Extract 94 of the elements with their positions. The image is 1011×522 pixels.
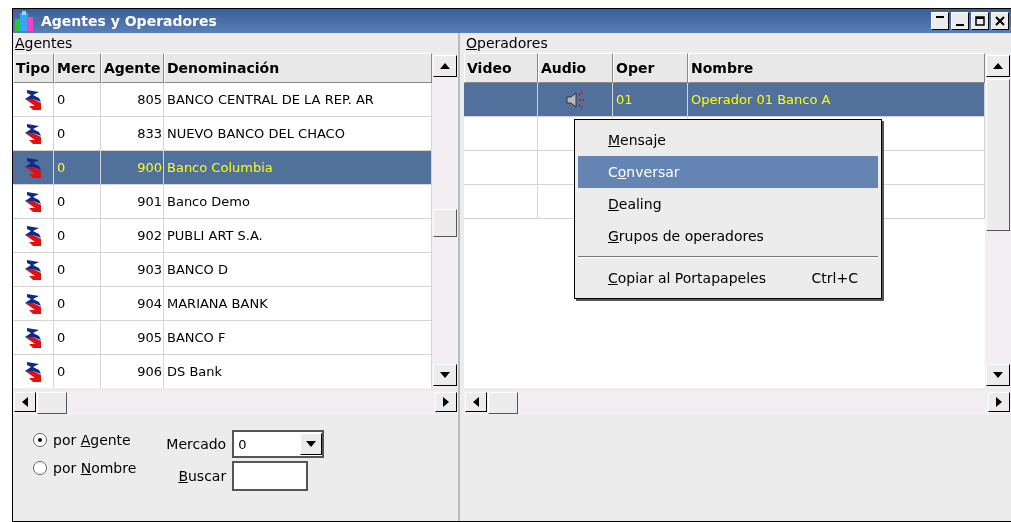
bank-logo-icon bbox=[24, 122, 42, 145]
maximize-icon bbox=[975, 16, 985, 26]
bank-logo-icon bbox=[24, 224, 42, 247]
radio-option[interactable]: por Agente bbox=[33, 429, 137, 451]
table-cell: 905 bbox=[101, 321, 164, 354]
minimize-button[interactable] bbox=[951, 12, 969, 30]
column-header[interactable]: Merc bbox=[54, 53, 101, 83]
table-cell: 0 bbox=[54, 151, 101, 184]
table-cell: 0 bbox=[54, 83, 101, 116]
horizontal-scrollbar[interactable] bbox=[13, 391, 458, 415]
column-header[interactable]: Oper bbox=[613, 53, 688, 83]
table-row[interactable]: 0 902 PUBLI ART S.A. bbox=[13, 219, 432, 253]
menu-item[interactable]: Mensaje bbox=[578, 124, 878, 156]
horizontal-scrollbar[interactable] bbox=[464, 391, 1011, 415]
right-arrow-icon bbox=[996, 397, 1002, 407]
bank-logo-icon bbox=[24, 292, 42, 315]
table-cell: 902 bbox=[101, 219, 164, 252]
radio-option[interactable]: por Nombre bbox=[33, 457, 137, 479]
close-icon bbox=[995, 16, 1005, 26]
bank-logo-icon bbox=[24, 258, 42, 281]
field-label: Buscar bbox=[178, 468, 227, 484]
mercado-dropdown[interactable]: 0 bbox=[232, 430, 325, 458]
scroll-thumb[interactable] bbox=[488, 392, 518, 414]
radio-label: por Nombre bbox=[53, 460, 137, 476]
column-header[interactable]: Agente bbox=[101, 53, 164, 83]
table-row[interactable]: 0 901 Banco Demo bbox=[13, 185, 432, 219]
table-cell: 01 bbox=[613, 83, 688, 116]
menu-item[interactable]: Copiar al Portapapeles Ctrl+C bbox=[578, 262, 878, 294]
bank-logo-icon bbox=[24, 326, 42, 349]
right-arrow-icon bbox=[443, 397, 449, 407]
radio-label: por Agente bbox=[53, 432, 131, 448]
section-label: Operadores bbox=[465, 34, 549, 53]
table-row[interactable]: 0 904 MARIANA BANK bbox=[13, 287, 432, 321]
dropdown-arrow-icon bbox=[306, 441, 317, 447]
bank-logo-icon bbox=[24, 190, 42, 213]
table-cell: 0 bbox=[54, 117, 101, 150]
window-title: Agentes y Operadores bbox=[41, 13, 217, 29]
table-cell: 0 bbox=[54, 253, 101, 286]
scroll-thumb[interactable] bbox=[37, 392, 67, 414]
vertical-scrollbar[interactable] bbox=[432, 53, 458, 388]
column-header[interactable]: Video bbox=[464, 53, 538, 83]
menu-item-label: Grupos de operadores bbox=[608, 228, 764, 244]
radio-button[interactable] bbox=[33, 433, 47, 447]
table-cell: 0 bbox=[54, 321, 101, 354]
table-row[interactable]: 01 Operador 01 Banco A bbox=[464, 83, 985, 117]
table-row[interactable]: 0 905 BANCO F bbox=[13, 321, 432, 355]
up-arrow-icon bbox=[440, 63, 450, 69]
column-header[interactable]: Denominación bbox=[164, 53, 432, 83]
menu-item-label: Copiar al Portapapeles bbox=[608, 270, 766, 286]
table-cell: 903 bbox=[101, 253, 164, 286]
up-arrow-icon bbox=[993, 63, 1003, 69]
table-cell: 906 bbox=[101, 355, 164, 388]
table-row[interactable]: 0 903 BANCO D bbox=[13, 253, 432, 287]
menu-item-label: Conversar bbox=[608, 164, 680, 180]
section-label: Agentes bbox=[14, 34, 74, 53]
menu-item[interactable]: Conversar bbox=[578, 156, 878, 188]
table-cell: 833 bbox=[101, 117, 164, 150]
bank-logo-icon bbox=[24, 88, 42, 111]
menu-item-label: Mensaje bbox=[608, 132, 666, 148]
maximize-button[interactable] bbox=[971, 12, 989, 30]
minimize-icon bbox=[956, 24, 964, 26]
table-cell: 0 bbox=[54, 355, 101, 388]
restore-button[interactable] bbox=[931, 12, 949, 30]
table-cell: 0 bbox=[54, 185, 101, 218]
scroll-thumb[interactable] bbox=[986, 79, 1010, 231]
table-cell: 904 bbox=[101, 287, 164, 320]
table-cell: 900 bbox=[101, 151, 164, 184]
table-cell: 901 bbox=[101, 185, 164, 218]
menu-item-label: Dealing bbox=[608, 196, 662, 212]
menu-item[interactable]: Dealing bbox=[578, 188, 878, 220]
close-button[interactable] bbox=[991, 12, 1009, 30]
column-header[interactable]: Tipo bbox=[13, 53, 54, 83]
speaker-icon bbox=[565, 89, 585, 110]
bank-logo-icon bbox=[24, 360, 42, 383]
down-arrow-icon bbox=[440, 372, 450, 378]
vertical-scrollbar[interactable] bbox=[985, 53, 1011, 388]
search-field[interactable] bbox=[232, 461, 309, 491]
down-arrow-icon bbox=[993, 372, 1003, 378]
menu-item[interactable]: Grupos de operadores bbox=[578, 220, 878, 252]
scroll-thumb[interactable] bbox=[433, 209, 457, 237]
left-arrow-icon bbox=[473, 397, 479, 407]
table-cell: 805 bbox=[101, 83, 164, 116]
field-label: Mercado bbox=[166, 436, 227, 452]
column-header[interactable]: Nombre bbox=[688, 53, 985, 83]
left-arrow-icon bbox=[22, 397, 28, 407]
table-row[interactable]: 0 906 DS Bank bbox=[13, 355, 432, 388]
table-row[interactable]: 0 900 Banco Columbia bbox=[13, 151, 432, 185]
radio-button[interactable] bbox=[33, 461, 47, 475]
table-cell: 0 bbox=[54, 219, 101, 252]
shortcut-label: Ctrl+C bbox=[811, 270, 858, 286]
bank-logo-icon bbox=[24, 156, 42, 179]
column-header[interactable]: Audio bbox=[538, 53, 613, 83]
table-row[interactable]: 0 805 BANCO CENTRAL DE LA REP. AR bbox=[13, 83, 432, 117]
table-cell: 0 bbox=[54, 287, 101, 320]
